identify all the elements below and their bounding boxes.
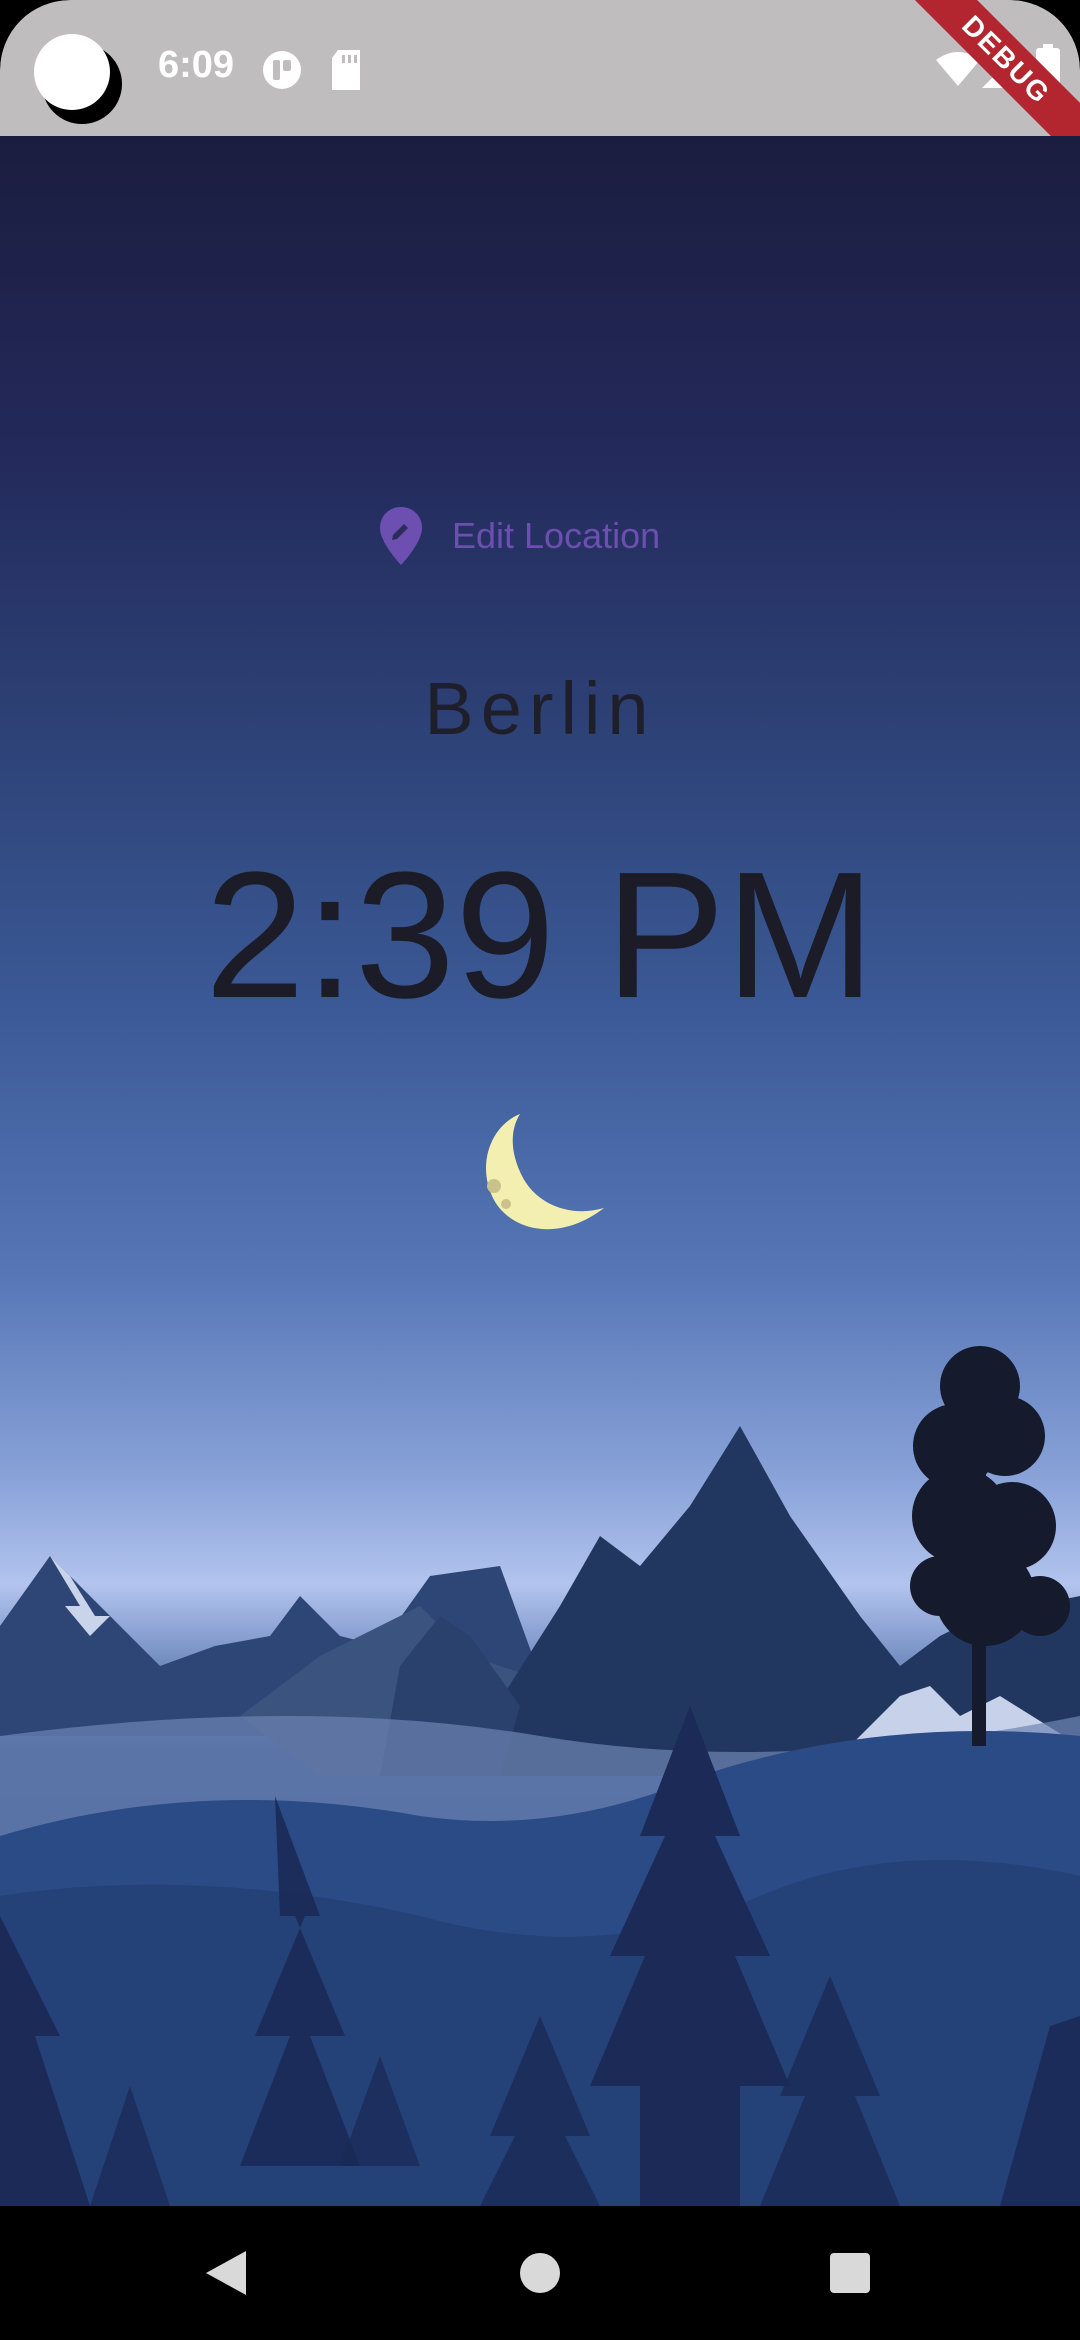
edit-location-icon [380, 507, 422, 565]
recents-icon [830, 2253, 870, 2293]
edit-location-label: Edit Location [452, 515, 661, 556]
moon-icon [486, 1114, 604, 1230]
back-icon [206, 2251, 246, 2295]
recents-button[interactable] [780, 2206, 920, 2340]
navigation-bar [0, 2206, 1080, 2340]
edit-location-button[interactable]: Edit Location [380, 496, 660, 576]
home-button[interactable] [470, 2206, 610, 2340]
home-icon [520, 2253, 560, 2293]
status-bar: 6:09 DEBUG [0, 0, 1080, 175]
status-time: 6:09 [158, 44, 235, 86]
sd-card-icon [332, 50, 360, 90]
back-button[interactable] [156, 2206, 296, 2340]
location-scene: Edit Location Berlin 2:39 PM [0, 136, 1080, 2206]
camera-cutout [34, 34, 122, 124]
phone-screen: 6:09 DEBUG Edit Location Berlin 2:39 PM [0, 0, 1080, 2340]
city-name: Berlin [424, 667, 656, 750]
app-notification-icon [263, 51, 301, 89]
time-display: 2:39 PM [204, 835, 876, 1036]
